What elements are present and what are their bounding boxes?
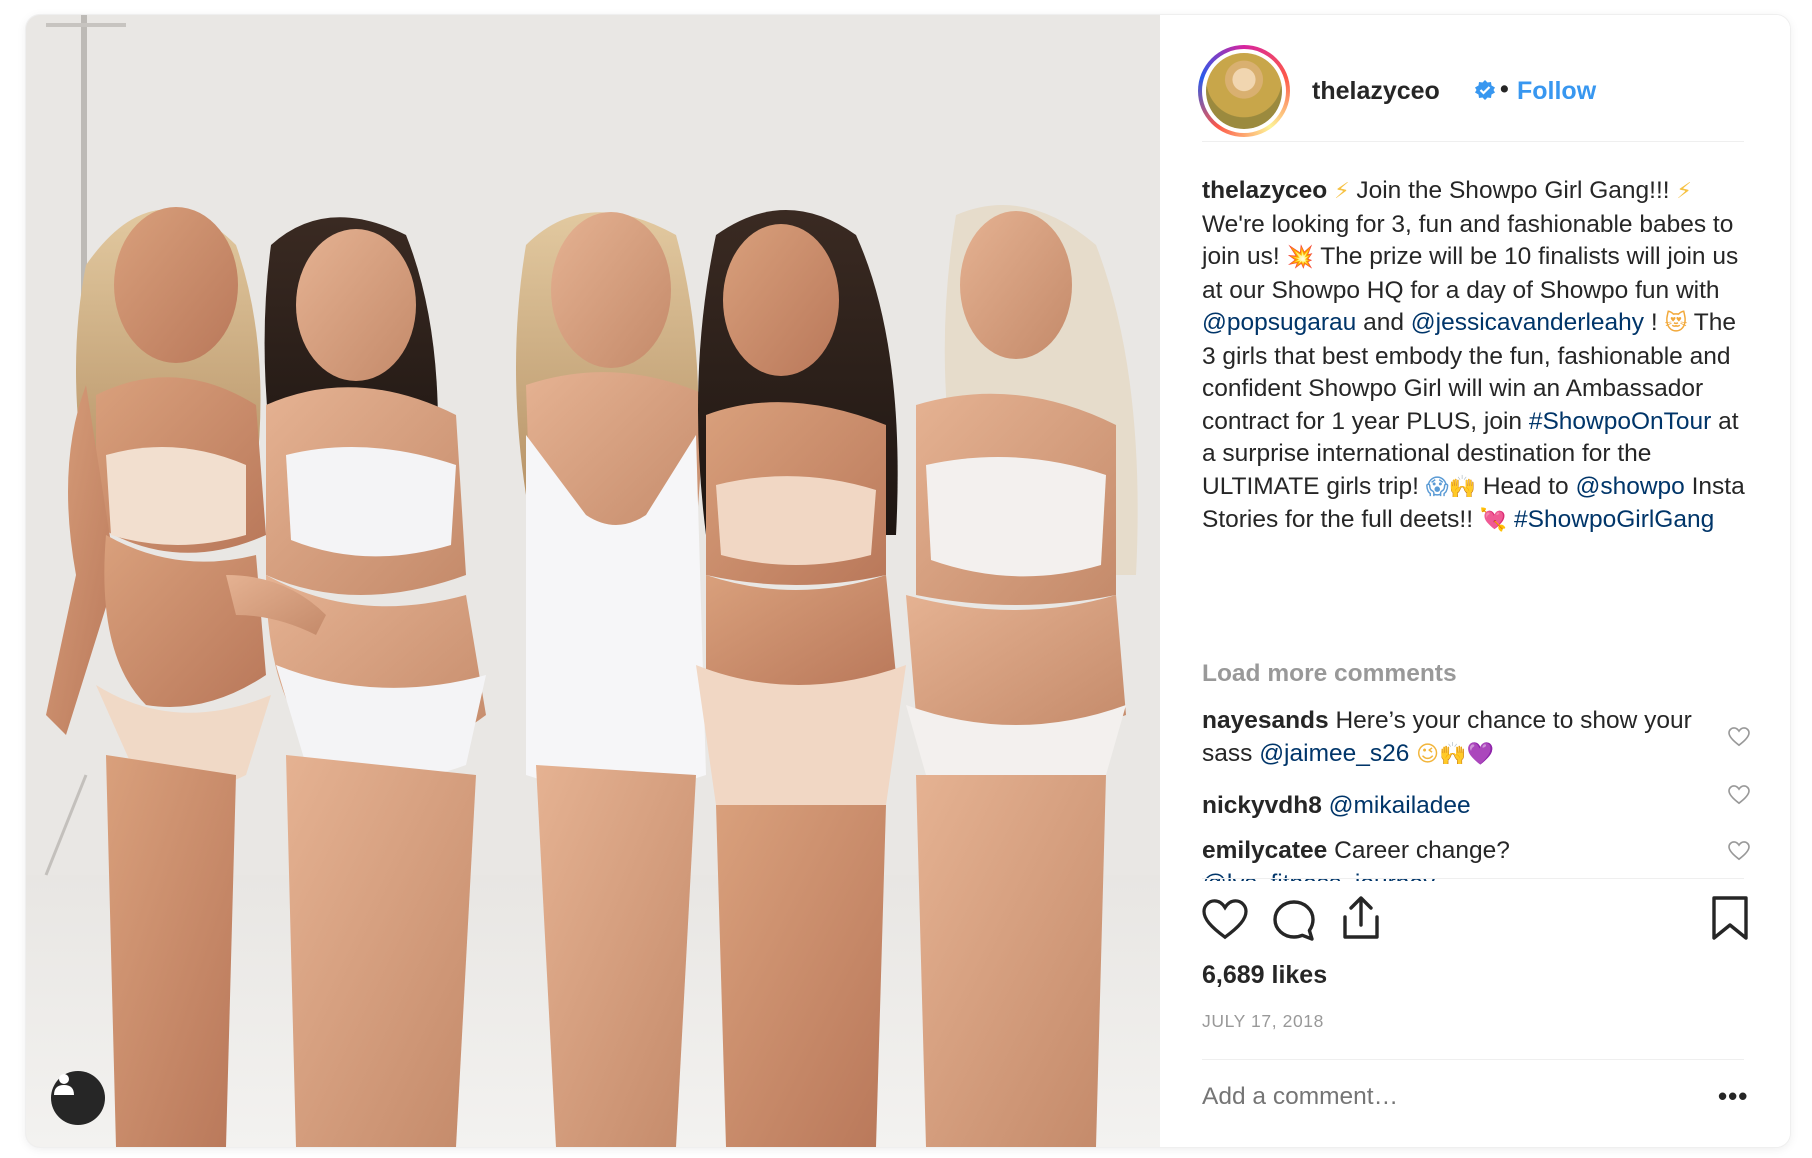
comment-username[interactable]: emilycatee: [1202, 837, 1327, 864]
raised-hands-emoji: 🙌: [1448, 474, 1477, 500]
comment-item: nayesands Here’s your chance to show you…: [1202, 707, 1692, 767]
boom-emoji: 💥: [1286, 245, 1314, 270]
comment-icon[interactable]: [1272, 899, 1316, 943]
footer-divider: [1202, 1059, 1744, 1060]
instagram-post: thelazyceo • Follow thelazyceo ⚡ Join th…: [26, 15, 1790, 1147]
likes-count[interactable]: 6,689 likes: [1202, 961, 1327, 990]
post-date[interactable]: JULY 17, 2018: [1202, 1011, 1324, 1032]
mention-link[interactable]: @mikailadee: [1329, 792, 1471, 819]
action-bar: [1160, 881, 1790, 941]
share-icon[interactable]: [1340, 895, 1382, 941]
like-comment-heart-icon[interactable]: [1728, 727, 1750, 747]
heart-eyes-cat-emoji: 😻: [1664, 311, 1688, 336]
scream-emoji: 😱: [1425, 474, 1449, 500]
caption-username[interactable]: thelazyceo: [1202, 177, 1327, 204]
user-tag-icon: [54, 1074, 74, 1095]
user-tag-button[interactable]: [51, 1071, 105, 1125]
hashtag-link[interactable]: #ShowpoGirlGang: [1514, 506, 1714, 533]
caption: thelazyceo ⚡ Join the Showpo Girl Gang!!…: [1202, 177, 1745, 533]
verified-icon: [1474, 79, 1496, 106]
mention-link[interactable]: @showpo: [1575, 473, 1684, 500]
comment-item: emilycatee Career change? @lys_fitness_j…: [1202, 835, 1702, 881]
like-comment-heart-icon[interactable]: [1728, 841, 1750, 861]
post-details-panel: thelazyceo • Follow thelazyceo ⚡ Join th…: [1160, 15, 1790, 1147]
post-image[interactable]: [26, 15, 1160, 1147]
photo-illustration: [26, 15, 1160, 1147]
header-divider: [1202, 141, 1744, 142]
like-comment-heart-icon[interactable]: [1728, 785, 1750, 805]
mention-link[interactable]: @popsugarau: [1202, 309, 1356, 336]
more-options-button[interactable]: •••: [1718, 1081, 1748, 1112]
hashtag-link[interactable]: #ShowpoOnTour: [1529, 408, 1712, 435]
cupid-emoji: 💘: [1479, 508, 1508, 533]
wink-emoji: 😉: [1416, 741, 1440, 767]
comments-divider: [1202, 878, 1744, 879]
add-comment-input[interactable]: [1202, 1083, 1672, 1111]
bolt-emoji: ⚡: [1334, 179, 1350, 204]
bookmark-icon[interactable]: [1711, 895, 1749, 941]
bolt-emoji: ⚡: [1676, 179, 1692, 204]
raised-hands-emoji: 🙌: [1439, 741, 1467, 767]
mention-link[interactable]: @jaimee_s26: [1259, 740, 1409, 767]
story-ring[interactable]: [1198, 45, 1290, 137]
follow-button[interactable]: Follow: [1517, 77, 1596, 106]
load-more-comments[interactable]: Load more comments: [1202, 660, 1457, 688]
header-username[interactable]: thelazyceo: [1312, 77, 1440, 106]
comment-username[interactable]: nickyvdh8: [1202, 792, 1322, 819]
mention-link[interactable]: @jessicavanderleahy: [1411, 309, 1644, 336]
purple-heart-emoji: 💜: [1466, 741, 1494, 767]
mention-link[interactable]: @lys_fitness_journey: [1202, 870, 1435, 882]
heart-icon[interactable]: [1202, 899, 1248, 941]
comment-username[interactable]: nayesands: [1202, 707, 1329, 734]
avatar: [1206, 53, 1282, 129]
separator-dot: •: [1500, 75, 1509, 103]
comment-item: nickyvdh8 @mikailadee: [1202, 790, 1702, 823]
